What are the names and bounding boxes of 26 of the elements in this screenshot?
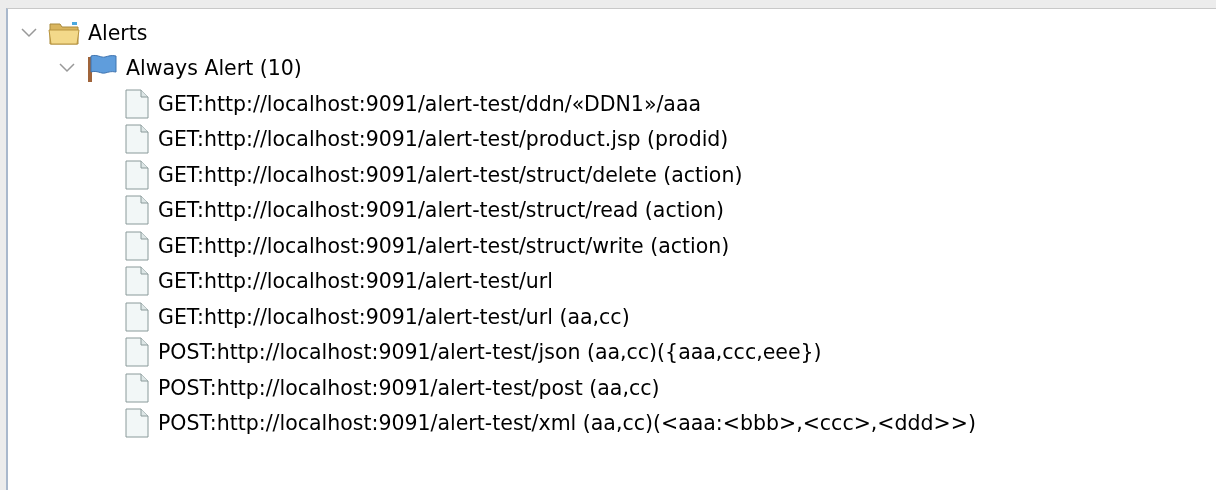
tree-item[interactable]: POST:http://localhost:9091/alert-test/xml (aa,cc)(<aaa:<bbb>,<ccc>,<ddd>>) (158, 411, 976, 436)
tree-item[interactable]: POST:http://localhost:9091/alert-test/json (aa,cc)({aaa,ccc,eee}) (158, 340, 822, 365)
tree-item[interactable]: GET:http://localhost:9091/alert-test/struct/write (action) (158, 233, 730, 258)
tree-item[interactable]: GET:http://localhost:9091/alert-test/url (158, 269, 553, 294)
file-icon (124, 301, 150, 332)
file-icon (124, 266, 150, 297)
tree-item[interactable]: GET:http://localhost:9091/alert-test/product.jsp (prodid) (158, 127, 729, 152)
file-icon (124, 372, 150, 403)
file-icon (124, 230, 150, 261)
file-icon (124, 88, 150, 119)
tree-item[interactable]: GET:http://localhost:9091/alert-test/struct/read (action) (158, 198, 724, 223)
chevron-icon[interactable] (20, 26, 38, 39)
flag-icon (86, 53, 118, 84)
tree-item[interactable]: Always Alert (10) (126, 56, 302, 81)
file-icon (124, 159, 150, 190)
tree-item[interactable]: GET:http://localhost:9091/alert-test/struct/delete (action) (158, 162, 743, 187)
tree-item[interactable]: Alerts (88, 20, 148, 45)
file-icon (124, 337, 150, 368)
tree-item[interactable]: GET:http://localhost:9091/alert-test/url (aa,cc) (158, 304, 630, 329)
tree-item[interactable]: POST:http://localhost:9091/alert-test/post (aa,cc) (158, 375, 660, 400)
folder-icon (48, 19, 80, 46)
file-icon (124, 408, 150, 439)
file-icon (124, 195, 150, 226)
chevron-icon[interactable] (58, 62, 76, 75)
tree-item[interactable]: GET:http://localhost:9091/alert-test/ddn/«DDN1»/aaa (158, 91, 702, 116)
file-icon (124, 124, 150, 155)
